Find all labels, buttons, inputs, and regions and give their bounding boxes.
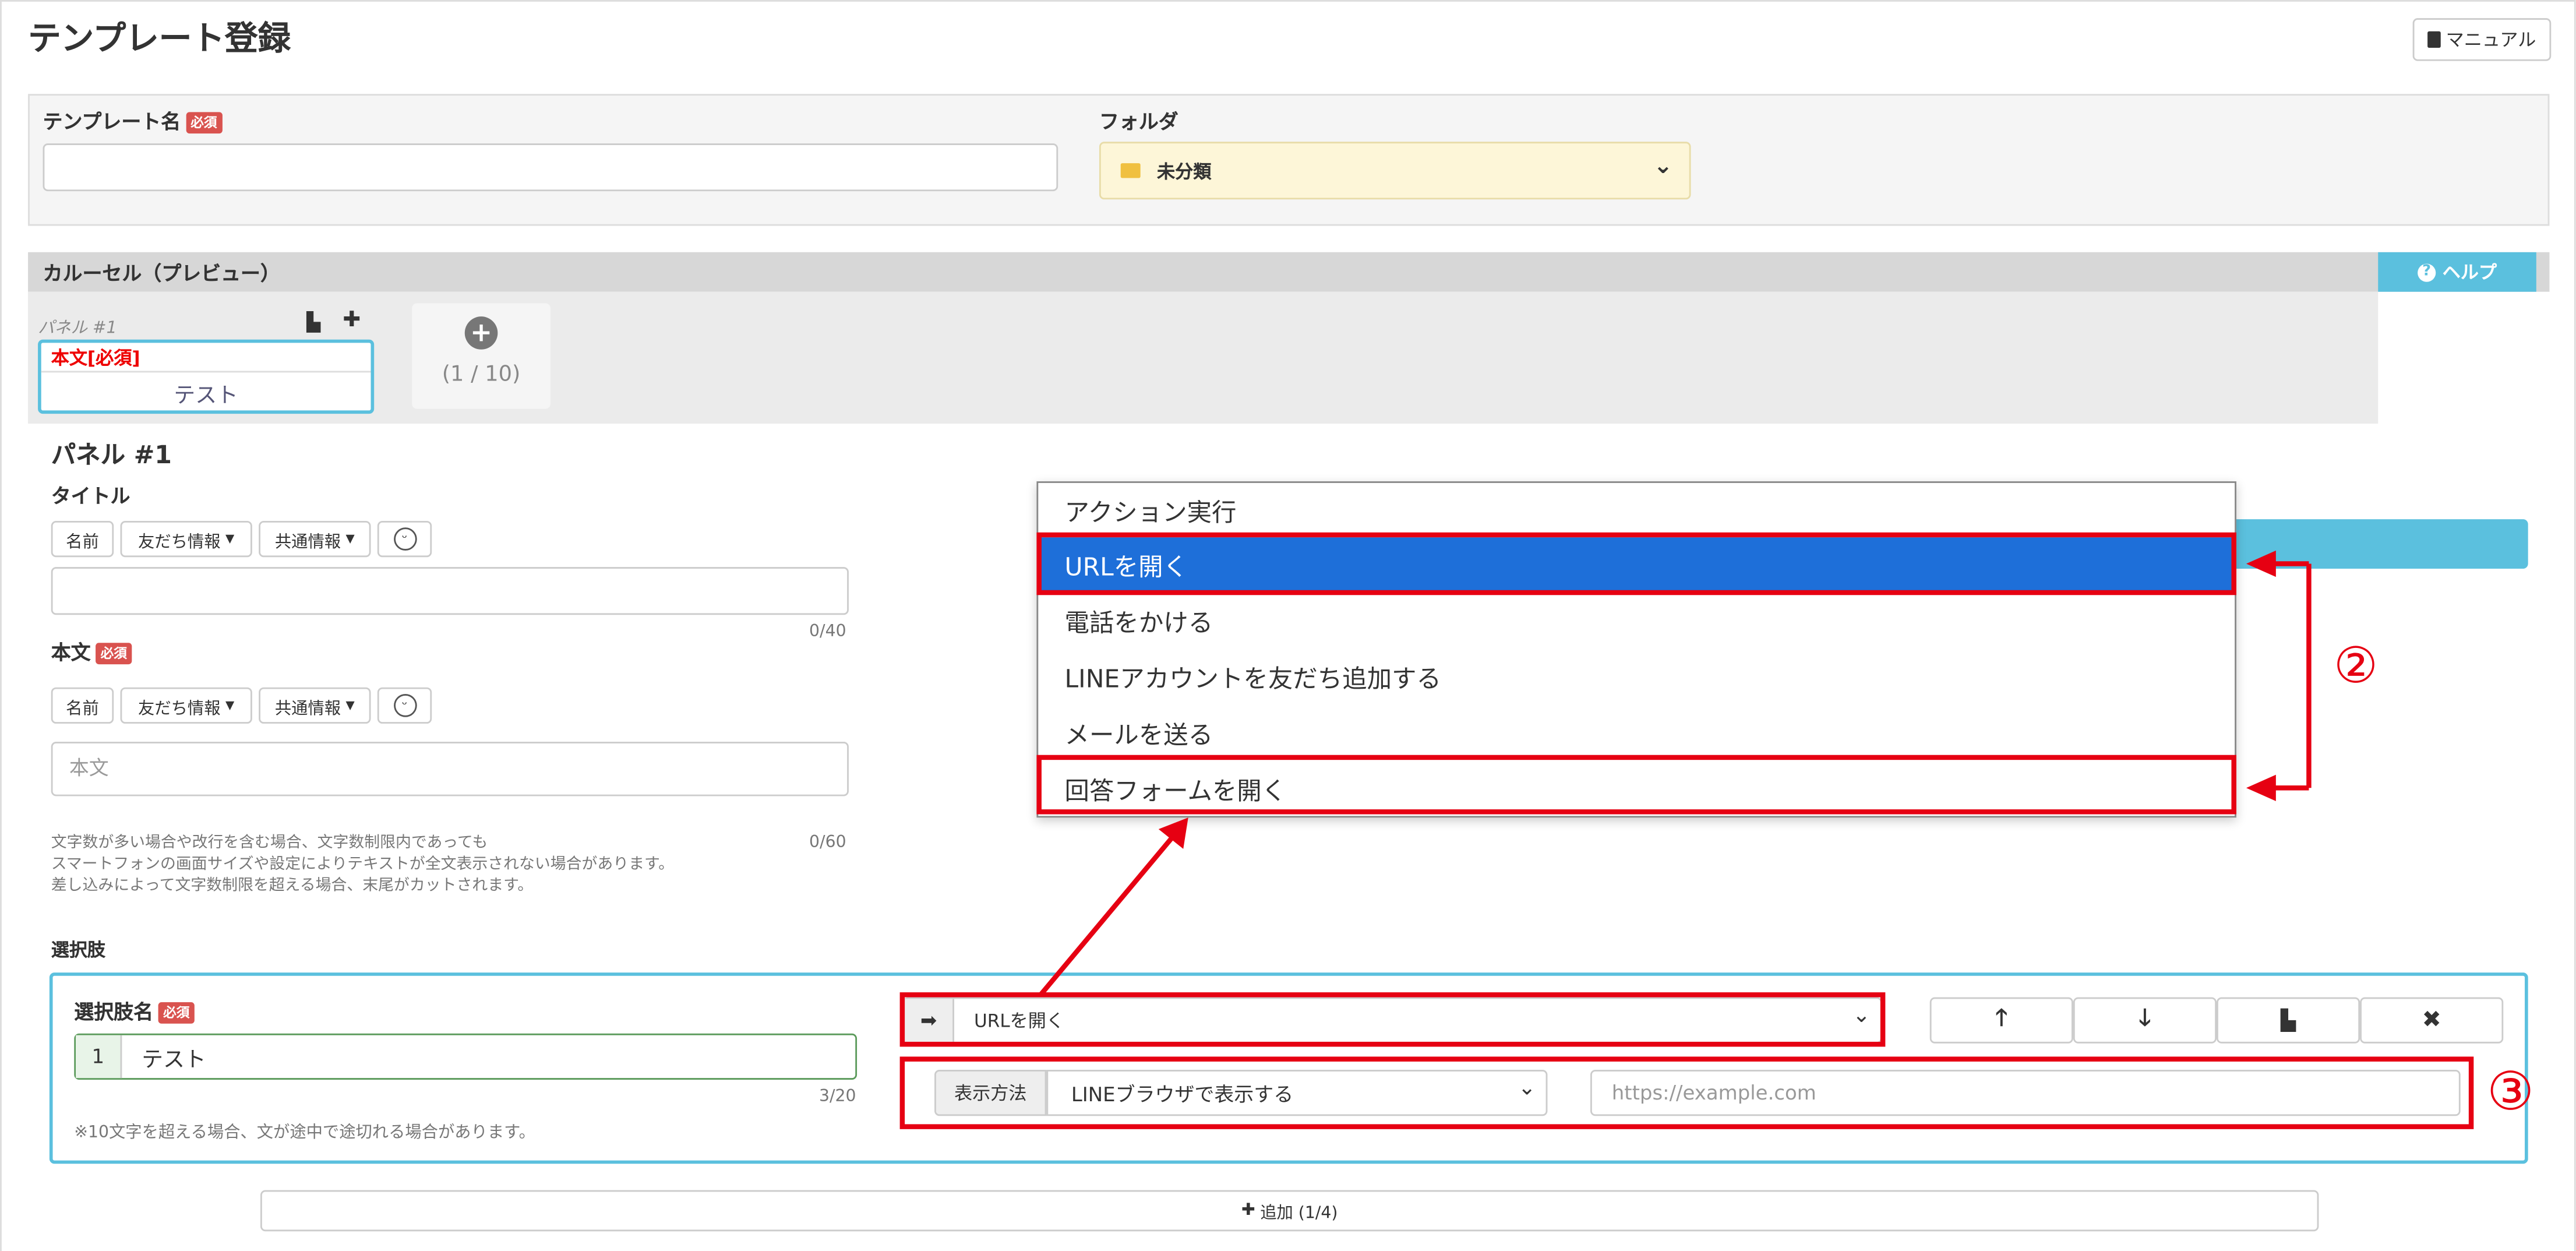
annotation-arrows: [1038, 550, 2312, 998]
template-register-page: テンプレート登録 マニュアル テンプレート名 必須 フォルダ 未分類 ⌄ カルーセ…: [0, 0, 2576, 1251]
annotation-marker-2: ②: [2333, 637, 2378, 696]
annotation-marker-3: ③: [2486, 1060, 2535, 1123]
